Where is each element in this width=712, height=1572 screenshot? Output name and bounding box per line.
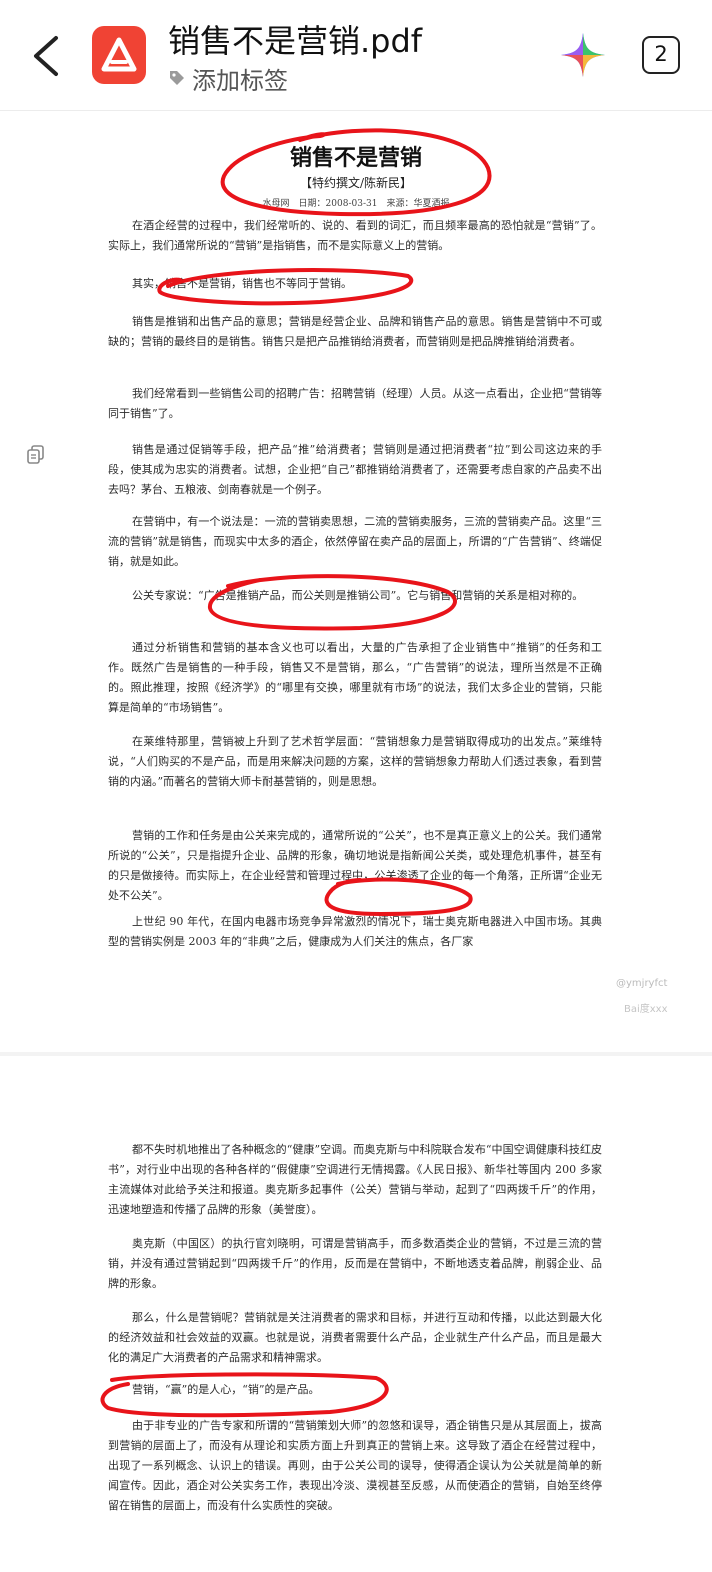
add-tag-button[interactable]: 添加标签 bbox=[168, 62, 288, 95]
tag-icon bbox=[170, 71, 184, 85]
paragraph: 销售是推销和出售产品的意思；营销是经营企业、品牌和销售产品的意思。销售是营销中不… bbox=[108, 315, 602, 348]
paragraph: 那么，什么是营销呢？营销就是关注消费者的需求和目标，并进行互动和传播，以此达到最… bbox=[108, 1311, 602, 1364]
paragraph: 在酒企经营的过程中，我们经常听的、说的、看到的词汇，而且频率最高的恐怕就是“营销… bbox=[108, 219, 602, 252]
paragraph: 通过分析销售和营销的基本含义也可以看出，大量的广告承担了企业销售中“推销”的任务… bbox=[108, 641, 602, 714]
paragraph: 其实，销售不是营销，销售也不等同于营销。 bbox=[132, 277, 352, 290]
paragraph: 营销，“赢”的是人心，“销”的是产品。 bbox=[132, 1383, 320, 1396]
paragraph: 营销的工作和任务是由公关来完成的，通常所说的“公关”，也不是真正意义上的公关。我… bbox=[108, 829, 602, 902]
ai-sparkle-icon[interactable] bbox=[560, 32, 606, 78]
watermark-logo: Bai度xxx bbox=[624, 1004, 668, 1015]
pdf-page-1: 销售不是营销 【特约撰文/陈新民】 水母网 日期：2008-03-31 来源：华… bbox=[0, 112, 712, 1052]
back-arrow-icon[interactable] bbox=[28, 34, 68, 78]
paragraph: 在营销中，有一个说法是：一流的营销卖思想，二流的营销卖服务，三流的营销卖产品。这… bbox=[108, 515, 602, 568]
paragraph: 由于非专业的广告专家和所谓的“营销策划大师”的忽悠和误导，酒企销售只是从其层面上… bbox=[108, 1419, 602, 1512]
top-app-bar: 销售不是营销.pdf 添加标签 2 bbox=[0, 0, 712, 111]
paragraph: 在莱维特那里，营销被上升到了艺术哲学层面：“营销想象力是营销取得成功的出发点。”… bbox=[108, 735, 602, 788]
paragraph: 奥克斯（中国区）的执行官刘晓明，可谓是营销高手，而多数酒类企业的营销，不过是三流… bbox=[108, 1237, 602, 1290]
document-author: 【特约撰文/陈新民】 bbox=[299, 176, 413, 190]
paragraph: 我们经常看到一些销售公司的招聘广告：招聘营销（经理）人员。从这一点看出，企业把“… bbox=[108, 387, 602, 420]
paragraph: 都不失时机地推出了各种概念的“健康”空调。而奥克斯与中科院联合发布“中国空调健康… bbox=[108, 1143, 602, 1216]
pdf-app-icon[interactable] bbox=[92, 26, 146, 84]
document-title: 销售不是营销 bbox=[289, 146, 422, 171]
document-meta: 水母网 日期：2008-03-31 来源：华夏酒报 bbox=[262, 199, 450, 209]
watermark-handle: @ymjryfct bbox=[616, 978, 668, 989]
paragraph: 上世纪 90 年代，在国内电器市场竞争异常激烈的情况下，瑞士奥克斯电器进入中国市… bbox=[108, 915, 602, 948]
paragraph: 销售是通过促销等手段，把产品“推”给消费者；营销则是通过把消费者“拉”到公司这边… bbox=[108, 443, 602, 496]
file-title: 销售不是营销.pdf bbox=[168, 22, 423, 60]
add-tag-label: 添加标签 bbox=[192, 66, 288, 95]
paragraph: 公关专家说：“广告是推销产品，而公关则是推销公司”。它与销售和营销的关系是相对称… bbox=[132, 589, 584, 602]
page-count-badge[interactable]: 2 bbox=[642, 36, 680, 74]
pdf-page-2: 都不失时机地推出了各种概念的“健康”空调。而奥克斯与中科院联合发布“中国空调健康… bbox=[0, 1056, 712, 1572]
copy-text-icon[interactable] bbox=[26, 444, 46, 466]
